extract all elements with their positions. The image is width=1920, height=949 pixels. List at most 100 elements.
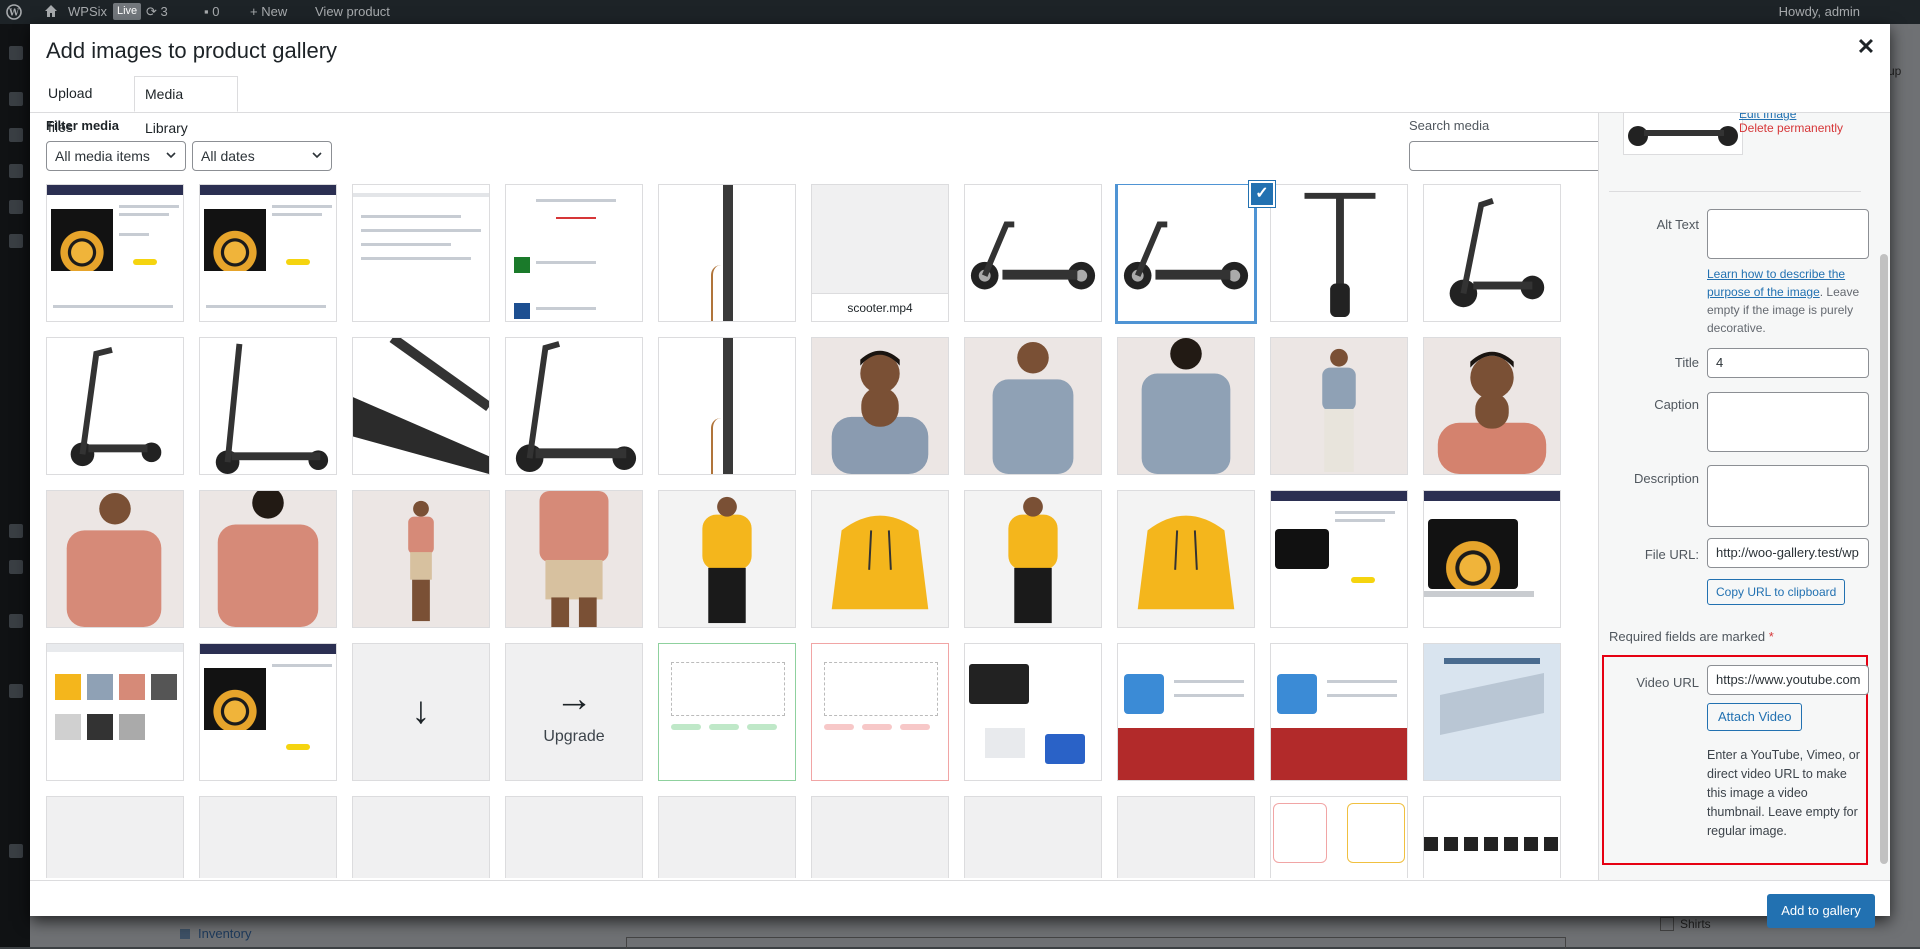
comments-link[interactable]: ▪ 0 — [204, 0, 219, 24]
view-product-link[interactable]: View product — [315, 0, 390, 24]
alt-text-field[interactable] — [1707, 209, 1869, 259]
attachment-video-scooter[interactable]: scooter.mp4 — [811, 184, 949, 322]
settings-icon[interactable] — [9, 684, 23, 698]
title-field[interactable]: 4 — [1707, 348, 1869, 378]
updates-link[interactable]: ⟳ 3 — [146, 0, 168, 24]
file-url-field[interactable]: http://woo-gallery.test/wp — [1707, 538, 1869, 568]
attachment-placeholder-6[interactable] — [811, 796, 949, 878]
marketing-icon[interactable] — [9, 560, 23, 574]
attachment-shirt-pink-back[interactable] — [199, 490, 337, 628]
attachment-scooter-front[interactable] — [1270, 184, 1408, 322]
svg-text:W: W — [8, 9, 20, 19]
attachment-products-grid-screenshot[interactable] — [46, 643, 184, 781]
attachment-placeholder-3[interactable] — [352, 796, 490, 878]
attachment-scooter-stem[interactable] — [658, 184, 796, 322]
attachment-scooter-angle[interactable] — [1423, 184, 1561, 322]
attachment-download-placeholder[interactable]: ↓ — [352, 643, 490, 781]
attachment-placeholder-2[interactable] — [199, 796, 337, 878]
attachment-upgrade-placeholder[interactable]: → Upgrade — [505, 643, 643, 781]
attachment-hoodie-yellow-flat-2[interactable] — [1117, 490, 1255, 628]
attachment-macbook-air-promo[interactable] — [1423, 643, 1561, 781]
media-modal: Add images to product gallery ✕ Upload f… — [30, 24, 1890, 928]
attachment-placeholder-8[interactable] — [1117, 796, 1255, 878]
attachment-text-banner-partial[interactable] — [1423, 796, 1561, 878]
attachment-woo-gallery-plugin-card[interactable] — [658, 643, 796, 781]
search-media-input[interactable] — [1409, 141, 1608, 171]
attachment-plugin-screenshot[interactable] — [505, 184, 643, 322]
attachment-sky-blue-promo[interactable] — [1117, 643, 1255, 781]
delete-permanently-link[interactable]: Delete permanently — [1739, 121, 1843, 135]
attachment-m4-screenshot[interactable] — [1270, 490, 1408, 628]
attach-video-button[interactable]: Attach Video — [1707, 703, 1803, 731]
attachment-macbook-screenshot[interactable] — [46, 184, 184, 322]
site-name-link[interactable]: WPSix — [68, 0, 107, 24]
caption-field[interactable] — [1707, 392, 1869, 452]
dashboard-icon[interactable] — [9, 46, 23, 60]
details-scrollbar[interactable] — [1880, 124, 1888, 874]
date-filter-select[interactable]: All dates — [192, 141, 332, 171]
howdy-account-link[interactable]: Howdy, admin — [1779, 0, 1860, 24]
details-scroll-thumb[interactable] — [1880, 254, 1888, 864]
attachment-basic-woocommerce-card[interactable] — [811, 643, 949, 781]
attachment-placeholder-7[interactable] — [964, 796, 1102, 878]
home-icon[interactable] — [44, 0, 58, 24]
attachment-sky-blue-promo-2[interactable] — [1270, 643, 1408, 781]
inventory-label: Inventory — [198, 926, 252, 941]
comments-menu-icon[interactable] — [9, 164, 23, 178]
wordpress-logo-icon[interactable]: W — [6, 0, 26, 24]
media-type-select[interactable]: All media items — [46, 141, 186, 171]
attachment-scooter-side-selected[interactable] — [1115, 184, 1257, 324]
attachment-shirt-pink-portrait[interactable] — [1423, 337, 1561, 475]
attachment-macbook-laptop[interactable] — [1423, 490, 1561, 628]
inventory-tab: Inventory — [180, 924, 251, 944]
media-icon[interactable] — [9, 128, 23, 142]
analytics-icon[interactable] — [9, 524, 23, 538]
admin-sidebar — [0, 24, 30, 947]
tools-icon[interactable] — [9, 614, 23, 628]
products-icon[interactable] — [9, 234, 23, 248]
tab-upload-files[interactable]: Upload files — [38, 76, 126, 135]
attachment-placeholder-5[interactable] — [658, 796, 796, 878]
attachment-scooter-low-angle[interactable] — [505, 337, 643, 475]
attachment-shirt-blue-front[interactable] — [964, 337, 1102, 475]
close-icon[interactable]: ✕ — [1854, 36, 1878, 60]
background-field — [626, 937, 1566, 949]
attachment-shirt-pink-shorts[interactable] — [505, 490, 643, 628]
updates-icon: ⟳ — [146, 4, 157, 19]
attachment-scooter-rear[interactable] — [199, 337, 337, 475]
copy-url-button[interactable]: Copy URL to clipboard — [1707, 579, 1846, 605]
video-url-field[interactable]: https://www.youtube.com — [1707, 665, 1869, 695]
selected-check-icon[interactable]: ✓ — [1249, 181, 1275, 207]
attachment-scooter-deck-closeup[interactable] — [352, 337, 490, 475]
title-label: Title — [1674, 355, 1699, 370]
add-to-gallery-button[interactable]: Add to gallery — [1767, 894, 1875, 928]
attachment-shirt-pink-side[interactable] — [46, 490, 184, 628]
tab-media-library[interactable]: Media Library — [134, 76, 238, 136]
attachment-placeholder-1[interactable] — [46, 796, 184, 878]
attachment-macbook-screenshot-3[interactable] — [199, 643, 337, 781]
attachment-macbook-screenshot-2[interactable] — [199, 184, 337, 322]
collapse-icon[interactable] — [9, 844, 23, 858]
attachment-shirt-blue-back[interactable] — [1117, 337, 1255, 475]
attachment-hoodie-yellow-model-2[interactable] — [964, 490, 1102, 628]
new-content-link[interactable]: + New — [250, 0, 287, 24]
attachment-laptop-promo[interactable] — [964, 643, 1102, 781]
posts-icon[interactable] — [9, 92, 23, 106]
attachment-scooter-stem-2[interactable] — [658, 337, 796, 475]
shirts-checkbox — [1660, 917, 1674, 931]
attachment-shirt-blue-full[interactable] — [1270, 337, 1408, 475]
description-field[interactable] — [1707, 465, 1869, 527]
attachment-hoodie-yellow-model[interactable] — [658, 490, 796, 628]
attachment-scooter-three-quarter[interactable] — [46, 337, 184, 475]
attachment-plugin-card-partial[interactable] — [1270, 796, 1408, 878]
woocommerce-icon[interactable] — [9, 200, 23, 214]
attachment-scooter-side[interactable] — [964, 184, 1102, 322]
plus-icon: + — [250, 4, 258, 19]
attachment-shirt-blue-portrait[interactable] — [811, 337, 949, 475]
arrow-down-icon: ↓ — [411, 690, 431, 732]
attachment-settings-screenshot[interactable] — [352, 184, 490, 322]
edit-image-link[interactable]: Edit Image — [1739, 113, 1796, 121]
attachment-placeholder-4[interactable] — [505, 796, 643, 878]
attachment-hoodie-yellow-flat[interactable] — [811, 490, 949, 628]
attachment-shirt-pink-full[interactable] — [352, 490, 490, 628]
